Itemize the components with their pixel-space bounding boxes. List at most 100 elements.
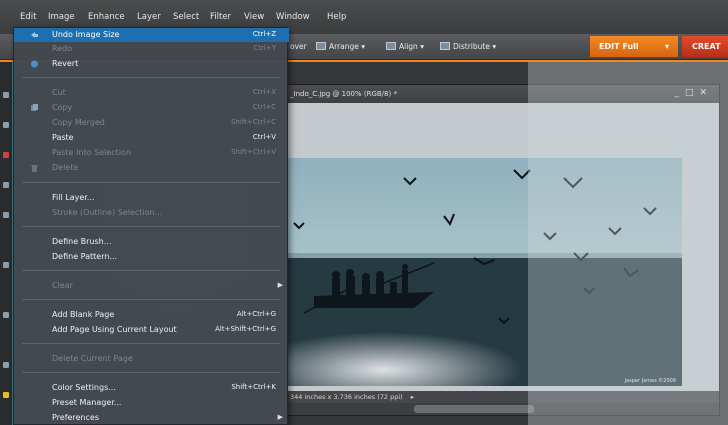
tool-icon[interactable] xyxy=(3,392,9,398)
menu-item-shortcut: Alt+Ctrl+G xyxy=(236,310,276,318)
menu-item-copy-merged: Copy Merged Shift+Ctrl+C xyxy=(14,116,289,130)
edit-full-label: EDIT Full xyxy=(599,42,639,51)
chevron-down-icon: ▾ xyxy=(664,42,669,51)
menu-filter[interactable]: Filter xyxy=(210,12,231,22)
distribute-icon xyxy=(440,42,450,50)
menu-item-shortcut: Shift+Ctrl+C xyxy=(231,118,276,126)
align-icon xyxy=(386,42,396,50)
scrollbar-thumb[interactable] xyxy=(414,405,534,413)
menu-item-label: Copy Merged xyxy=(52,118,105,127)
menu-item-label: Cut xyxy=(52,88,66,97)
copy-icon xyxy=(31,104,38,111)
toolbar-cover-fragment: over xyxy=(290,42,307,51)
tools-panel xyxy=(0,62,12,425)
undo-icon xyxy=(31,32,38,38)
menu-item-shortcut: Ctrl+Z xyxy=(252,30,276,38)
tool-icon[interactable] xyxy=(3,152,9,158)
menu-item-define-pattern[interactable]: Define Pattern... xyxy=(14,250,289,264)
revert-icon xyxy=(31,60,38,68)
menu-separator xyxy=(22,226,280,227)
trash-icon xyxy=(31,165,38,172)
menu-item-label: Copy xyxy=(52,103,73,112)
menu-item-label: Add Blank Page xyxy=(52,310,115,319)
submenu-arrow-icon: ▶ xyxy=(277,413,283,421)
tool-icon[interactable] xyxy=(3,262,9,268)
menu-item-label: Undo Image Size xyxy=(52,30,120,39)
status-arrow-icon[interactable]: ▸ xyxy=(411,393,414,401)
distribute-label: Distribute xyxy=(453,42,490,51)
tool-icon[interactable] xyxy=(3,312,9,318)
menu-item-label: Define Brush... xyxy=(52,237,112,246)
align-label: Align xyxy=(399,42,418,51)
menu-view[interactable]: View xyxy=(244,12,264,22)
menu-item-redo: Redo Ctrl+Y xyxy=(14,42,289,56)
menu-item-label: Color Settings... xyxy=(52,383,116,392)
distribute-button[interactable]: Distribute ▾ xyxy=(440,42,496,51)
tool-icon[interactable] xyxy=(3,212,9,218)
document-size-status: 344 inches x 3.736 inches (72 ppi) xyxy=(290,393,403,401)
menu-item-label: Add Page Using Current Layout xyxy=(52,325,177,334)
tool-icon[interactable] xyxy=(3,362,9,368)
menu-enhance[interactable]: Enhance xyxy=(88,12,125,22)
menu-item-preset-manager[interactable]: Preset Manager... xyxy=(14,396,289,410)
tool-icon[interactable] xyxy=(3,182,9,188)
menu-item-add-page-current-layout[interactable]: Add Page Using Current Layout Alt+Shift+… xyxy=(14,323,289,337)
menu-separator xyxy=(22,77,280,78)
arrange-label: Arrange xyxy=(329,42,359,51)
menu-item-shortcut: Ctrl+X xyxy=(252,88,276,96)
menu-item-revert[interactable]: Revert xyxy=(14,57,289,71)
menu-item-label: Fill Layer... xyxy=(52,193,95,202)
tool-icon[interactable] xyxy=(3,92,9,98)
menu-item-shortcut: Alt+Shift+Ctrl+G xyxy=(215,325,276,333)
menu-item-undo-image-size[interactable]: Undo Image Size Ctrl+Z xyxy=(14,28,289,42)
menu-help[interactable]: Help xyxy=(327,12,346,22)
menu-image[interactable]: Image xyxy=(48,12,75,22)
menu-separator xyxy=(22,270,280,271)
menu-item-label: Clear xyxy=(52,281,73,290)
menu-item-label: Preset Manager... xyxy=(52,398,122,407)
arrange-icon xyxy=(316,42,326,50)
menu-item-paste-into-selection: Paste Into Selection Shift+Ctrl+V xyxy=(14,146,289,160)
menu-window[interactable]: Window xyxy=(276,12,310,22)
tool-icon[interactable] xyxy=(3,122,9,128)
arrange-button[interactable]: Arrange ▾ xyxy=(316,42,365,51)
edit-menu-dropdown: Undo Image Size Ctrl+Z Redo Ctrl+Y Rever… xyxy=(13,27,289,425)
document-title: _Indo_C.jpg @ 100% (RGB/8) * xyxy=(290,90,397,98)
create-button[interactable]: CREAT xyxy=(682,36,728,57)
menu-item-shortcut: Shift+Ctrl+V xyxy=(231,148,276,156)
menu-item-color-settings[interactable]: Color Settings... Shift+Ctrl+K xyxy=(14,381,289,395)
menu-item-shortcut: Shift+Ctrl+K xyxy=(231,383,276,391)
menu-item-stroke-selection: Stroke (Outline) Selection... xyxy=(14,206,289,220)
menu-item-shortcut: Ctrl+C xyxy=(252,103,276,111)
menu-separator xyxy=(22,343,280,344)
create-label: CREAT xyxy=(692,42,721,51)
menu-edit[interactable]: Edit xyxy=(20,12,36,22)
menu-layer[interactable]: Layer xyxy=(137,12,161,22)
menu-item-label: Define Pattern... xyxy=(52,252,118,261)
menu-item-shortcut: Ctrl+V xyxy=(252,133,276,141)
align-button[interactable]: Align ▾ xyxy=(386,42,424,51)
menu-item-cut: Cut Ctrl+X xyxy=(14,86,289,100)
menu-item-label: Stroke (Outline) Selection... xyxy=(52,208,163,217)
menu-select[interactable]: Select xyxy=(173,12,199,22)
menu-item-paste[interactable]: Paste Ctrl+V xyxy=(14,131,289,145)
menu-item-define-brush[interactable]: Define Brush... xyxy=(14,235,289,249)
menu-item-delete-current-page: Delete Current Page xyxy=(14,352,289,366)
translucent-overlay xyxy=(528,62,728,425)
menu-item-shortcut: Ctrl+Y xyxy=(253,44,276,52)
menu-item-add-blank-page[interactable]: Add Blank Page Alt+Ctrl+G xyxy=(14,308,289,322)
menu-item-label: Delete xyxy=(52,163,79,172)
submenu-arrow-icon: ▶ xyxy=(277,281,283,289)
menu-item-label: Redo xyxy=(52,44,73,53)
menu-item-label: Paste xyxy=(52,133,74,142)
menu-item-copy: Copy Ctrl+C xyxy=(14,101,289,115)
edit-full-button[interactable]: EDIT Full ▾ xyxy=(590,36,678,57)
app-window: Edit Image Enhance Layer Select Filter V… xyxy=(0,0,728,425)
menu-item-clear[interactable]: Clear ▶ xyxy=(14,279,289,293)
menu-item-preferences[interactable]: Preferences ▶ xyxy=(14,411,289,425)
menu-separator xyxy=(22,182,280,183)
menu-separator xyxy=(22,299,280,300)
menu-item-label: Preferences xyxy=(52,413,100,422)
menu-item-fill-layer[interactable]: Fill Layer... xyxy=(14,191,289,205)
menu-item-label: Paste Into Selection xyxy=(52,148,132,157)
